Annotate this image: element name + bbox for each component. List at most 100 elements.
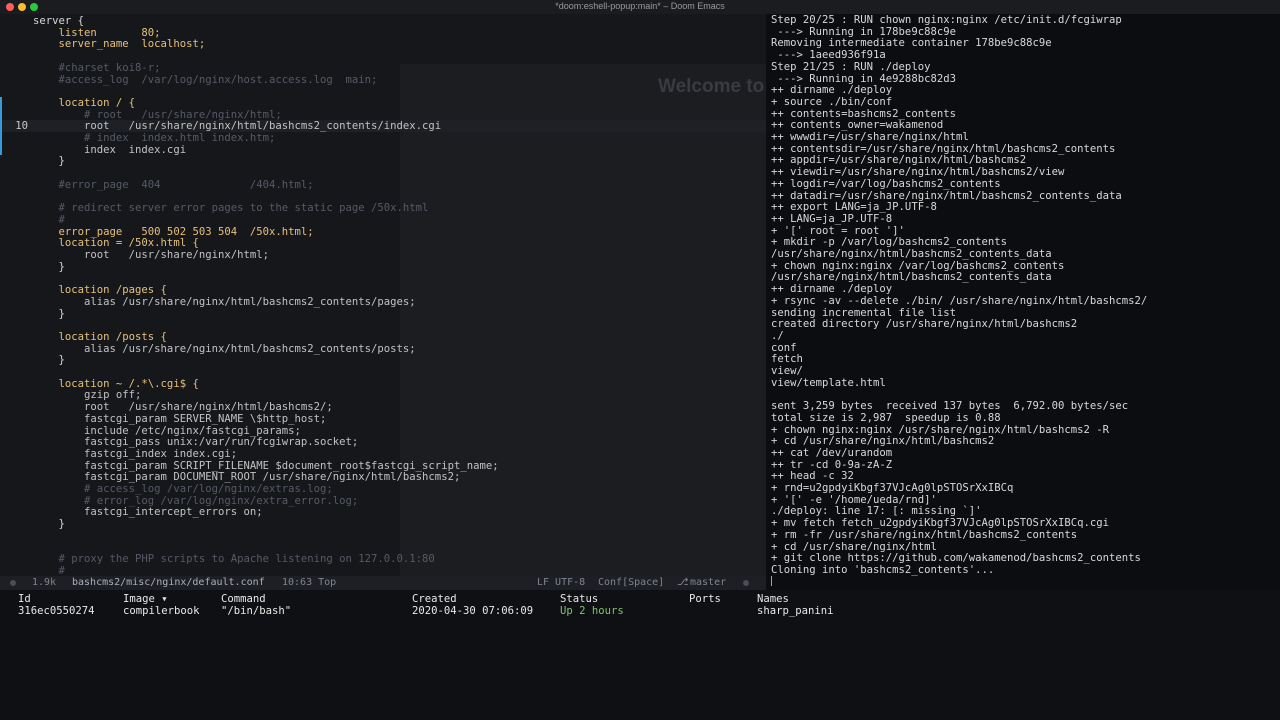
terminal-output-line: /usr/share/nginx/html/bashcms2_contents_… — [771, 271, 1052, 284]
container-table: Id Image ▾ Command Created Status Ports … — [0, 590, 1280, 720]
terminal-output-line: view/template.html — [771, 376, 886, 389]
terminal-output-line: ++ cat /dev/urandom — [771, 446, 893, 459]
terminal-output-line: ++ datadir=/usr/share/nginx/html/bashcms… — [771, 189, 1122, 202]
code-line[interactable]: fastcgi_param SERVER_NAME \$http_host; — [0, 413, 766, 425]
code-line[interactable] — [0, 530, 766, 542]
code-line[interactable]: location ~ /.*\.cgi$ { — [0, 378, 766, 390]
column-header-image[interactable]: Image ▾ — [123, 593, 168, 605]
code-line[interactable]: fastcgi_index index.cgi; — [0, 448, 766, 460]
code-line[interactable] — [0, 167, 766, 179]
terminal-output-line: ---> Running in 4e9288bc82d3 — [771, 72, 956, 85]
code-line[interactable]: } — [0, 261, 766, 273]
terminal-output-line: ++ contents_owner=wakamenod — [771, 119, 944, 132]
column-header-id[interactable]: Id — [18, 593, 31, 605]
column-header-ports[interactable]: Ports — [689, 593, 721, 605]
code-line[interactable]: location = /50x.html { — [0, 237, 766, 249]
code-line[interactable] — [0, 542, 766, 554]
code-line[interactable]: fastcgi_intercept_errors on; — [0, 506, 766, 518]
code-line[interactable]: # proxy the PHP scripts to Apache listen… — [0, 553, 766, 565]
code-line[interactable]: server_name localhost; — [0, 38, 766, 50]
code-line[interactable]: index index.cgi — [0, 144, 766, 156]
terminal-output-line: ++ contents=bashcms2_contents — [771, 107, 956, 120]
code-text: location /posts { — [33, 330, 167, 343]
code-line[interactable]: root /usr/share/nginx/html/bashcms2/; — [0, 401, 766, 413]
code-line[interactable]: include /etc/nginx/fastcgi_params; — [0, 425, 766, 437]
code-line[interactable]: # root /usr/share/nginx/html; — [0, 109, 766, 121]
code-line[interactable]: listen 80; — [0, 27, 766, 39]
code-line[interactable]: fastcgi_param DOCUMENT_ROOT /usr/share/n… — [0, 471, 766, 483]
code-line[interactable]: alias /usr/share/nginx/html/bashcms2_con… — [0, 343, 766, 355]
code-text: fastcgi_index index.cgi; — [33, 447, 238, 460]
terminal-output-line: sent 3,259 bytes received 137 bytes 6,79… — [771, 400, 1129, 413]
code-line[interactable]: # — [0, 214, 766, 226]
file-encoding[interactable]: LF UTF-8 — [537, 577, 585, 588]
code-line[interactable]: error_page 500 502 503 504 /50x.html; — [0, 226, 766, 238]
code-line[interactable]: # redirect server error pages to the sta… — [0, 202, 766, 214]
terminal-output-line: ++ export LANG=ja_JP.UTF-8 — [771, 201, 937, 214]
code-line[interactable]: #error_page 404 /404.html; — [0, 179, 766, 191]
code-line[interactable]: # — [0, 565, 766, 576]
code-line[interactable]: server { — [0, 15, 766, 27]
code-text: # error_log /var/log/nginx/extra_error.l… — [33, 494, 359, 507]
code-line[interactable]: fastcgi_param SCRIPT_FILENAME $document_… — [0, 460, 766, 472]
terminal-output-line: ./ — [771, 329, 784, 342]
code-line[interactable]: } — [0, 354, 766, 366]
code-text: fastcgi_param DOCUMENT_ROOT /usr/share/n… — [33, 471, 461, 484]
column-header-names[interactable]: Names — [757, 593, 789, 605]
terminal-output-line: ---> 1aeed936f91a — [771, 49, 886, 62]
eshell-terminal[interactable]: Step 20/25 : RUN chown nginx:nginx /etc/… — [766, 14, 1280, 596]
terminal-output-line: conf — [771, 341, 797, 354]
code-line[interactable]: } — [0, 308, 766, 320]
terminal-output-line: + cd /usr/share/nginx/html — [771, 540, 937, 553]
terminal-output-line: ++ viewdir=/usr/share/nginx/html/bashcms… — [771, 166, 1065, 179]
code-text: # index index.html index.htm; — [33, 132, 276, 144]
code-line[interactable]: } — [0, 518, 766, 530]
code-line[interactable]: gzip off; — [0, 389, 766, 401]
code-text: server_name localhost; — [33, 38, 206, 51]
editor-pane[interactable]: Welcome to server { listen 80; server_na… — [0, 14, 766, 576]
code-line[interactable]: fastcgi_pass unix:/var/run/fcgiwrap.sock… — [0, 436, 766, 448]
code-line[interactable]: location /pages { — [0, 284, 766, 296]
code-line[interactable] — [0, 319, 766, 331]
terminal-output-line: ++ dirname ./deploy — [771, 84, 893, 97]
git-branch[interactable]: master — [690, 577, 726, 588]
code-text: location / { — [33, 96, 136, 109]
code-text: # proxy the PHP scripts to Apache listen… — [33, 553, 435, 566]
terminal-output-line: /usr/share/nginx/html/bashcms2_contents_… — [771, 248, 1052, 260]
code-line[interactable]: location / { — [0, 97, 766, 109]
code-line[interactable]: } — [0, 155, 766, 167]
mode-line: 1.9k bashcms2/misc/nginx/default.conf 10… — [0, 576, 766, 590]
line-number: 10 — [15, 120, 28, 133]
terminal-output-line: created directory /usr/share/nginx/html/… — [771, 318, 1078, 331]
code-line[interactable]: root /usr/share/nginx/html; — [0, 249, 766, 261]
code-line[interactable]: #access_log /var/log/nginx/host.access.l… — [0, 74, 766, 86]
code-line[interactable]: #charset koi8-r; — [0, 62, 766, 74]
code-line[interactable] — [0, 366, 766, 378]
column-header-status[interactable]: Status — [560, 593, 598, 605]
column-header-created[interactable]: Created — [412, 593, 457, 605]
code-line[interactable] — [0, 191, 766, 203]
code-text: } — [33, 155, 65, 168]
code-line[interactable]: alias /usr/share/nginx/html/bashcms2_con… — [0, 296, 766, 308]
code-text: listen 80; — [33, 26, 161, 39]
column-header-command[interactable]: Command — [221, 593, 266, 605]
major-mode[interactable]: Conf[Space] — [598, 577, 664, 588]
container-id[interactable]: 316ec0550274 — [18, 605, 95, 617]
code-line[interactable]: location /posts { — [0, 331, 766, 343]
buffer-file-name[interactable]: bashcms2/misc/nginx/default.conf — [72, 577, 265, 588]
code-line[interactable]: 10 root /usr/share/nginx/html/bashcms2_c… — [0, 120, 766, 133]
code-line[interactable]: # error_log /var/log/nginx/extra_error.l… — [0, 495, 766, 507]
terminal-output-line: ++ contentsdir=/usr/share/nginx/html/bas… — [771, 142, 1116, 155]
code-line[interactable]: # index index.html index.htm; — [0, 132, 766, 144]
code-line[interactable] — [0, 85, 766, 97]
git-branch-icon: ⎇ — [677, 577, 689, 588]
code-line[interactable] — [0, 50, 766, 62]
terminal-output-line: + rsync -av --delete ./bin/ /usr/share/n… — [771, 294, 1148, 307]
code-text: # — [33, 564, 65, 576]
terminal-output-line: + cd /usr/share/nginx/html/bashcms2 — [771, 435, 995, 448]
code-line[interactable] — [0, 272, 766, 284]
code-text: fastcgi_pass unix:/var/run/fcgiwrap.sock… — [33, 436, 359, 449]
code-text: server { — [33, 15, 85, 27]
code-line[interactable]: # access_log /var/log/nginx/extras.log; — [0, 483, 766, 495]
terminal-output-line: + mv fetch fetch_u2gpdyiKbgf37VJcAg0lpST… — [771, 517, 1110, 530]
